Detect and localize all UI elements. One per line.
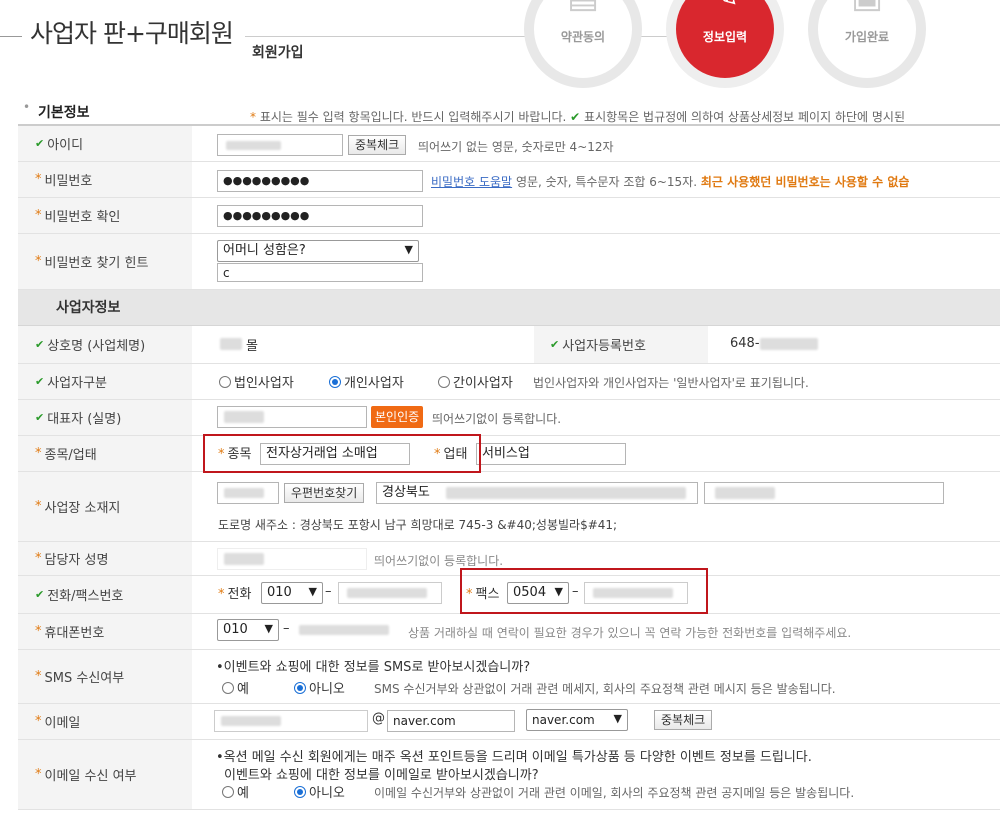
address-input-2[interactable] — [704, 482, 944, 504]
page-title: 사업자 판+구매회원 — [30, 19, 234, 48]
id-card-icon: ▣ — [851, 0, 883, 16]
password-help-link[interactable]: 비밀번호 도움말 — [431, 175, 512, 189]
row-password-hint: * 비밀번호 찾기 힌트 어머니 성함은? ▼ c — [18, 234, 1000, 290]
mobile-dash: – — [283, 621, 290, 636]
ceo-hint: 띄어쓰기없이 등록합니다. — [432, 412, 562, 426]
title-rule-left — [0, 36, 22, 37]
page-subtitle: 회원가입 — [252, 45, 304, 61]
road-address-text: 도로명 새주소 : 경상북도 포항시 남구 희망대로 745-3 &#40;성봉… — [218, 518, 618, 532]
email-question: 이벤트와 쇼핑에 대한 정보를 이메일로 받아보시겠습니까? — [224, 768, 539, 783]
pencil-icon: ✎ — [711, 0, 740, 16]
row-business-type: ✔ 사업자구분 법인사업자 개인사업자 간이사업자 법인사업자와 개인사업자는 '… — [18, 364, 1000, 400]
email-radio-yes[interactable]: 예 — [222, 782, 249, 801]
mobile-prefix-select[interactable]: 010 ▼ — [217, 619, 279, 641]
row-password-confirm: * 비밀번호 확인 ●●●●●●●●● — [18, 198, 1000, 234]
business-kind-input[interactable]: 서비스업 — [476, 443, 626, 465]
password-warning: 최근 사용했던 비밀번호는 사용할 수 없습 — [700, 175, 910, 189]
row-company: ✔ 상호명 (사업체명) 몰 ✔ 사업자등록번호 648- — [18, 326, 1000, 364]
phone-dash: – — [325, 584, 332, 599]
sms-question: •이벤트와 쇼핑에 대한 정보를 SMS로 받아보시겠습니까? — [216, 660, 531, 675]
required-notice: * 표시는 필수 입력 항목입니다. 반드시 입력해주시기 바랍니다. ✔ 표시… — [250, 110, 906, 124]
zipcode-search-button[interactable]: 우편번호찾기 — [284, 483, 365, 503]
radio-simplified[interactable]: 간이사업자 — [438, 372, 513, 391]
phone-prefix-select[interactable]: 010 ▼ — [261, 582, 323, 604]
phone-number-input[interactable] — [338, 582, 442, 604]
radio-corporate[interactable]: 법인사업자 — [219, 372, 294, 391]
chevron-down-icon: ▼ — [264, 622, 273, 635]
email-at-sign: @ — [372, 711, 385, 726]
email-radio-no[interactable]: 아니오 — [294, 782, 345, 801]
sms-radio-yes[interactable]: 예 — [222, 678, 249, 697]
email-receive-note: 이메일 수신거부와 상관없이 거래 관련 이메일, 회사의 주요정책 관련 공지… — [374, 786, 855, 800]
email-duplicate-check-button[interactable]: 중복체크 — [654, 710, 713, 730]
email-domain-input[interactable]: naver.com — [387, 710, 515, 732]
manager-name-input[interactable] — [217, 548, 367, 570]
section-title-basic: 기본정보 — [38, 105, 90, 121]
section-title-business: 사업자정보 — [18, 290, 1000, 326]
email-id-input[interactable] — [214, 710, 368, 732]
sms-radio-no[interactable]: 아니오 — [294, 678, 345, 697]
chevron-down-icon: ▼ — [404, 243, 413, 256]
step-agreement: ▤ 약관동의 — [524, 0, 642, 88]
ceo-name-input[interactable] — [217, 406, 367, 428]
row-sms: * SMS 수신여부 •이벤트와 쇼핑에 대한 정보를 SMS로 받아보시겠습니까… — [18, 650, 1000, 704]
row-address: * 사업장 소재지 우편번호찾기 경상북도 도로명 새주소 : 경상북도 포항시 … — [18, 472, 1000, 542]
manager-hint: 띄어쓰기없이 등록합니다. — [374, 554, 504, 568]
hint-answer-input[interactable]: c — [217, 263, 423, 282]
chevron-down-icon: ▼ — [308, 585, 317, 598]
mobile-number-input[interactable] — [294, 619, 400, 641]
email-benefit-text: •옥션 메일 수신 회원에게는 매주 옥션 포인트등을 드리며 이메일 특가상품… — [216, 750, 812, 765]
section-bullet: • — [23, 100, 31, 114]
step-info-input: ✎ 정보입력 — [666, 0, 784, 88]
id-hint: 띄어쓰기 없는 영문, 숫자로만 4~12자 — [418, 140, 614, 154]
zipcode-input[interactable] — [217, 482, 279, 504]
chevron-down-icon: ▼ — [613, 712, 622, 725]
password-input[interactable]: ●●●●●●●●● — [217, 170, 423, 192]
password-confirm-input[interactable]: ●●●●●●●●● — [217, 205, 423, 227]
row-email: * 이메일 @ naver.com naver.com ▼ 중복체크 — [18, 704, 1000, 740]
highlight-box-category — [203, 434, 481, 473]
row-email-receive: * 이메일 수신 여부 •옥션 메일 수신 회원에게는 매주 옥션 포인트등을 드… — [18, 740, 1000, 810]
phone-label: * 전화 — [218, 587, 252, 602]
sms-note: SMS 수신거부와 상관없이 거래 관련 메세지, 회사의 주요정책 관련 메시… — [374, 682, 836, 696]
document-icon: ▤ — [567, 0, 599, 16]
mobile-hint: 상품 거래하실 때 연락이 필요한 경우가 있으니 꼭 연락 가능한 전화번호를… — [408, 626, 852, 640]
hint-question-select[interactable]: 어머니 성함은? ▼ — [217, 240, 419, 262]
radio-individual[interactable]: 개인사업자 — [329, 372, 404, 391]
row-password: * 비밀번호 ●●●●●●●●● 비밀번호 도움말 영문, 숫자, 특수문자 조합… — [18, 162, 1000, 198]
business-reg-number: 648- — [730, 336, 760, 351]
row-id: ✔ 아이디 중복체크 띄어쓰기 없는 영문, 숫자로만 4~12자 — [18, 126, 1000, 162]
id-input[interactable] — [217, 134, 343, 156]
row-mobile: * 휴대폰번호 010 ▼ – 상품 거래하실 때 연락이 필요한 경우가 있으니 … — [18, 614, 1000, 650]
business-type-note: 법인사업자와 개인사업자는 '일반사업자'로 표기됩니다. — [533, 376, 809, 390]
check-mark: ✔ — [35, 137, 45, 150]
password-hint-line: 비밀번호 도움말 영문, 숫자, 특수문자 조합 6~15자. 최근 사용했던 … — [431, 175, 910, 189]
email-domain-select[interactable]: naver.com ▼ — [526, 709, 628, 731]
id-duplicate-check-button[interactable]: 중복체크 — [348, 135, 407, 155]
row-category: * 종목/업태 * 종목 전자상거래업 소매업 * 업태 서비스업 — [18, 436, 1000, 472]
step-complete: ▣ 가입완료 — [808, 0, 926, 88]
company-name-value: 몰 — [246, 339, 258, 354]
highlight-box-fax — [460, 568, 708, 614]
identity-verify-button[interactable]: 본인인증 — [371, 406, 424, 428]
row-ceo: ✔ 대표자 (실명) 본인인증 띄어쓰기없이 등록합니다. — [18, 400, 1000, 436]
